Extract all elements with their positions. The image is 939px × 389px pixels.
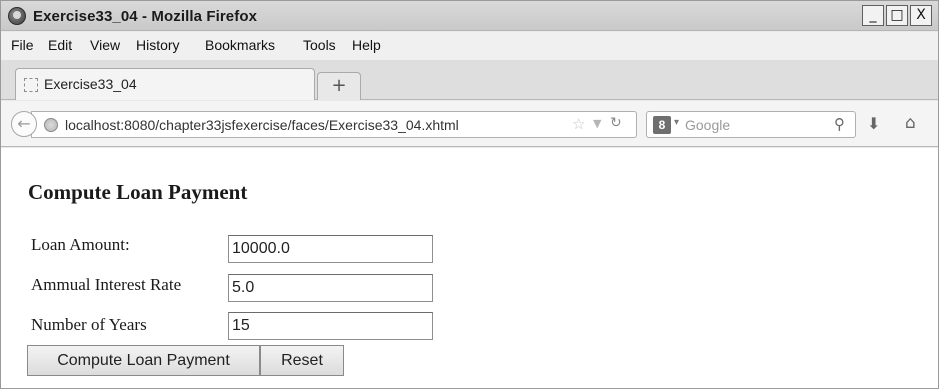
reset-button[interactable]: Reset <box>260 345 344 376</box>
interest-rate-label: Ammual Interest Rate <box>31 275 182 294</box>
title-bar: Exercise33_04 - Mozilla Firefox _ □ X <box>1 1 938 31</box>
download-icon[interactable]: ⬇ <box>867 114 880 133</box>
menu-bar: File Edit View History Bookmarks Tools H… <box>1 32 938 60</box>
close-button[interactable]: X <box>910 5 932 26</box>
menu-edit[interactable]: Edit <box>48 37 72 53</box>
navigation-bar: localhost:8080/chapter33jsfexercise/face… <box>1 101 938 147</box>
years-label: Number of Years <box>31 315 147 334</box>
search-placeholder: Google <box>685 117 731 133</box>
tab-exercise[interactable]: Exercise33_04 <box>15 68 315 100</box>
tab-strip: Exercise33_04 + <box>1 60 938 100</box>
address-bar[interactable]: localhost:8080/chapter33jsfexercise/face… <box>31 111 637 138</box>
menu-history[interactable]: History <box>136 37 180 53</box>
loan-amount-input[interactable] <box>228 235 433 263</box>
page-title: Compute Loan Payment <box>28 180 248 204</box>
page-favicon-icon <box>24 78 38 92</box>
star-icon[interactable]: ☆ <box>572 115 585 133</box>
new-tab-button[interactable]: + <box>317 72 361 100</box>
menu-bookmarks[interactable]: Bookmarks <box>205 37 275 53</box>
search-bar[interactable]: 8 ▾ Google ⚲ <box>646 111 856 138</box>
globe-icon <box>44 118 58 132</box>
page-content: Compute Loan Payment Loan Amount: Ammual… <box>1 148 938 388</box>
search-icon[interactable]: ⚲ <box>834 115 845 133</box>
browser-window: Exercise33_04 - Mozilla Firefox _ □ X Fi… <box>0 0 939 389</box>
home-icon[interactable]: ⌂ <box>905 113 916 133</box>
url-text: localhost:8080/chapter33jsfexercise/face… <box>65 117 459 133</box>
menu-help[interactable]: Help <box>352 37 381 53</box>
compute-loan-payment-button[interactable]: Compute Loan Payment <box>27 345 260 376</box>
maximize-button[interactable]: □ <box>886 5 908 26</box>
window-controls: _ □ X <box>862 5 932 26</box>
back-button[interactable]: ← <box>11 111 37 137</box>
search-engine-icon[interactable]: 8 <box>653 116 671 134</box>
history-dropdown-icon[interactable]: ▼ <box>593 117 601 130</box>
loan-amount-label: Loan Amount: <box>31 235 130 254</box>
menu-file[interactable]: File <box>11 37 34 53</box>
reload-icon[interactable]: ↻ <box>610 115 622 131</box>
years-input[interactable] <box>228 312 433 340</box>
engine-dropdown-icon[interactable]: ▾ <box>674 117 679 128</box>
menu-tools[interactable]: Tools <box>303 37 336 53</box>
minimize-button[interactable]: _ <box>862 5 884 26</box>
menu-view[interactable]: View <box>90 37 120 53</box>
interest-rate-input[interactable] <box>228 274 433 302</box>
tab-label: Exercise33_04 <box>44 76 137 92</box>
firefox-icon <box>8 7 26 25</box>
window-title: Exercise33_04 - Mozilla Firefox <box>33 8 258 25</box>
